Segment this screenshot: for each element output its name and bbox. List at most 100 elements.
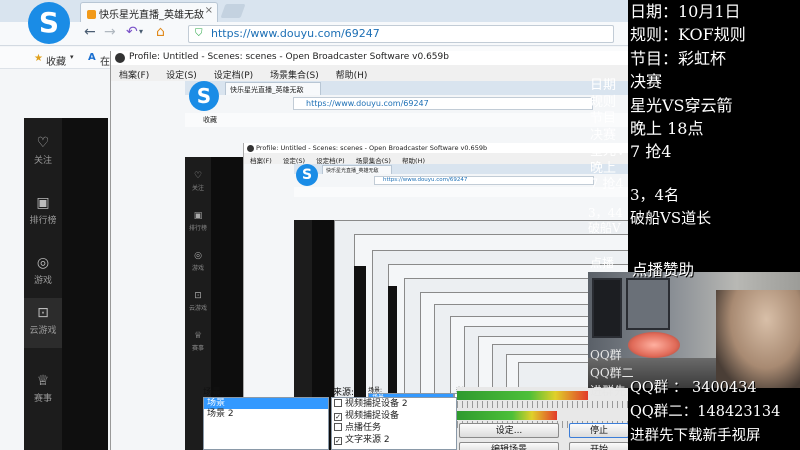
obs-window: Profile: Untitled - Scenes: scenes - Ope… [110, 51, 628, 450]
edit-scene-button[interactable]: 编辑场景 [459, 442, 559, 450]
webcam-monitor [592, 278, 622, 338]
scene-row[interactable]: 场景 [204, 398, 328, 409]
overlay-echo-line: 规则 [590, 94, 617, 110]
page-margin [0, 69, 24, 450]
webcam-streamer [716, 290, 800, 388]
obs-app-icon [247, 145, 254, 152]
bookmark-a-icon[interactable]: A [88, 52, 96, 63]
source-label: 视频捕捉设备 2 [345, 399, 408, 409]
source-label: 视频捕捉设备 [345, 411, 400, 421]
preview-obs-title: Profile: Untitled - Scenes: scenes - Ope… [256, 144, 488, 152]
meter-desktop-audio [457, 411, 557, 420]
overlay-echo-line: QQ群 [590, 348, 622, 362]
obs-preview-margin [111, 81, 185, 450]
overlay-echo-line: 日期 [590, 78, 617, 93]
games-icon: ◎ [194, 251, 202, 261]
address-bar[interactable]: ⛉ https://www.douyu.com/69247 [188, 25, 614, 43]
sogou-browser-logo-icon[interactable]: S [28, 2, 70, 44]
ranking-icon: ▣ [193, 211, 203, 221]
overlay-line-final: 决赛 [630, 72, 663, 92]
forward-icon[interactable]: → [104, 24, 116, 40]
overlay-third-place: 3，4名 破船VS道长 [630, 184, 711, 230]
overlay-line-place: 3，4名 [630, 186, 680, 204]
source-row[interactable]: ✓ 文字来源 2 [332, 434, 456, 446]
preview-sidebar-label: 云游戏 [188, 305, 207, 312]
sources-list[interactable]: 视频捕捉设备 2 ✓ 视频捕捉设备 点播任务 ✓ 文字来源 2 [331, 397, 457, 450]
overlay-echo-line: 3，44 [588, 206, 623, 220]
menu-scene-collection[interactable]: 场景集合(S) [270, 71, 319, 81]
preview-sogou-logo-icon: S [189, 81, 219, 111]
overlay-vod-sponsor: 点播赞助 [632, 261, 695, 279]
preview-sidebar-label: 关注 [191, 185, 204, 192]
back-icon[interactable]: ← [84, 24, 96, 40]
scene-row[interactable]: 场景 2 [204, 409, 328, 420]
chevron-down-icon[interactable]: ▾ [70, 53, 74, 61]
scenes-list[interactable]: 场景 场景 2 [203, 397, 329, 450]
source-checkbox[interactable] [334, 423, 342, 431]
sidebar-item-events[interactable]: ♕ 赛事 [24, 366, 62, 416]
obs-title-bar: Profile: Untitled - Scenes: scenes - Ope… [111, 51, 628, 65]
settings-button[interactable]: 设定... [459, 423, 559, 438]
overlay-qq-1: QQ群 ： 3400434 [630, 380, 757, 396]
source-checkbox[interactable]: ✓ [334, 413, 342, 421]
overlay-echo-match: 3，44 破船V [588, 206, 623, 236]
overlay-echo-line: QQ群二 [590, 366, 634, 380]
overlay-schedule: 日期：10月1日 规则：KOF规则 节目：彩虹杯 决赛 星光VS穿云箭 晚上 1… [630, 0, 746, 164]
overlay-line-match: 星光VS穿云箭 [630, 95, 733, 115]
browser-tab-title: 快乐星光直播_英雄无敌 [99, 10, 204, 21]
preview-sidebar-item: ▣ 排行榜 [185, 205, 211, 232]
preview-sidebar-item: ⊡ 云游戏 [185, 285, 211, 312]
cloud-gaming-icon: ⊡ [37, 305, 49, 321]
tab-close-icon[interactable]: × [205, 5, 213, 16]
source-label: 点播任务 [345, 423, 382, 433]
browser-tab[interactable]: 快乐星光直播_英雄无敌 × [80, 2, 218, 22]
trophy-icon: ♕ [193, 331, 203, 341]
bookmark-favorites[interactable]: 收藏 [46, 53, 66, 68]
overlay-echo: 日期 规则 节目 决赛 星光V 晚上 7 抢4 [590, 78, 625, 194]
heart-icon: ♡ [36, 135, 50, 151]
preview-tab: 快乐星光直播_英雄无敌 [225, 82, 321, 95]
sidebar-item-label: 排行榜 [29, 216, 57, 226]
browser-window: S 快乐星光直播_英雄无敌 × ← → ↶ ▾ ⌂ ⛉ https://www.… [0, 0, 628, 450]
preview-sidebar-item: ♕ 赛事 [185, 325, 211, 352]
sidebar-item-follow[interactable]: ♡ 关注 [24, 128, 62, 178]
source-row[interactable]: ✓ 视频捕捉设备 [332, 410, 456, 422]
preview-address-bar: https://www.douyu.com/69247 [293, 97, 593, 110]
overlay-line-round: 7 抢4 [630, 142, 672, 162]
source-label: 文字来源 2 [345, 435, 390, 445]
preview-sidebar-item: ◎ 游戏 [185, 245, 211, 272]
undo-close-icon[interactable]: ↶ [126, 24, 138, 40]
sidebar-item-ranking[interactable]: ▣ 排行榜 [24, 188, 62, 238]
source-checkbox[interactable] [334, 399, 342, 407]
source-row[interactable]: 视频捕捉设备 2 [332, 398, 456, 410]
overlay-echo-line: 进群先 [590, 384, 627, 398]
preview-sidebar-label: 游戏 [191, 265, 204, 272]
source-row[interactable]: 点播任务 [332, 422, 456, 434]
meter-ticks [457, 401, 628, 408]
sidebar-item-label: 赛事 [33, 394, 52, 404]
undo-dropdown-icon[interactable]: ▾ [139, 27, 143, 36]
preview-sidebar-item: ♡ 关注 [185, 165, 211, 192]
webcam-lamp [628, 332, 680, 358]
menu-profiles[interactable]: 设定档(P) [214, 71, 253, 81]
menu-file[interactable]: 档案(F) [119, 71, 149, 81]
overlay-echo-line: 节目 [590, 111, 617, 126]
overlay-echo-line: 7 抢4 [590, 177, 624, 192]
menu-settings[interactable]: 设定(S) [166, 71, 197, 81]
overlay-echo-line: 晚上 [590, 160, 617, 176]
stop-streaming-button[interactable]: 停止 [569, 423, 628, 438]
menu-help[interactable]: 帮助(H) [336, 71, 368, 81]
deep-tab: 快乐星光直播_英雄无敌 [322, 165, 392, 174]
sidebar-item-games[interactable]: ◎ 游戏 [24, 248, 62, 298]
address-text: https://www.douyu.com/69247 [211, 27, 380, 40]
games-icon: ◎ [36, 255, 50, 271]
deep-address-bar: https://www.douyu.com/69247 [374, 176, 594, 185]
overlay-qq-groups: QQ群 ： 3400434 QQ群二：148423134 进群先下载新手视屏 [630, 376, 780, 448]
start-preview-button[interactable]: 开始 [569, 442, 628, 450]
douyu-sidebar: ♡ 关注 ▣ 排行榜 ◎ 游戏 ⊡ 云游戏 ♕ 赛事 [24, 118, 62, 450]
sidebar-item-cloud-gaming[interactable]: ⊡ 云游戏 [24, 298, 62, 348]
home-icon[interactable]: ⌂ [156, 24, 165, 40]
bookmark-item[interactable]: 在 [100, 53, 110, 68]
overlay-echo-line: 星光V [590, 144, 626, 159]
source-checkbox[interactable]: ✓ [334, 437, 342, 445]
